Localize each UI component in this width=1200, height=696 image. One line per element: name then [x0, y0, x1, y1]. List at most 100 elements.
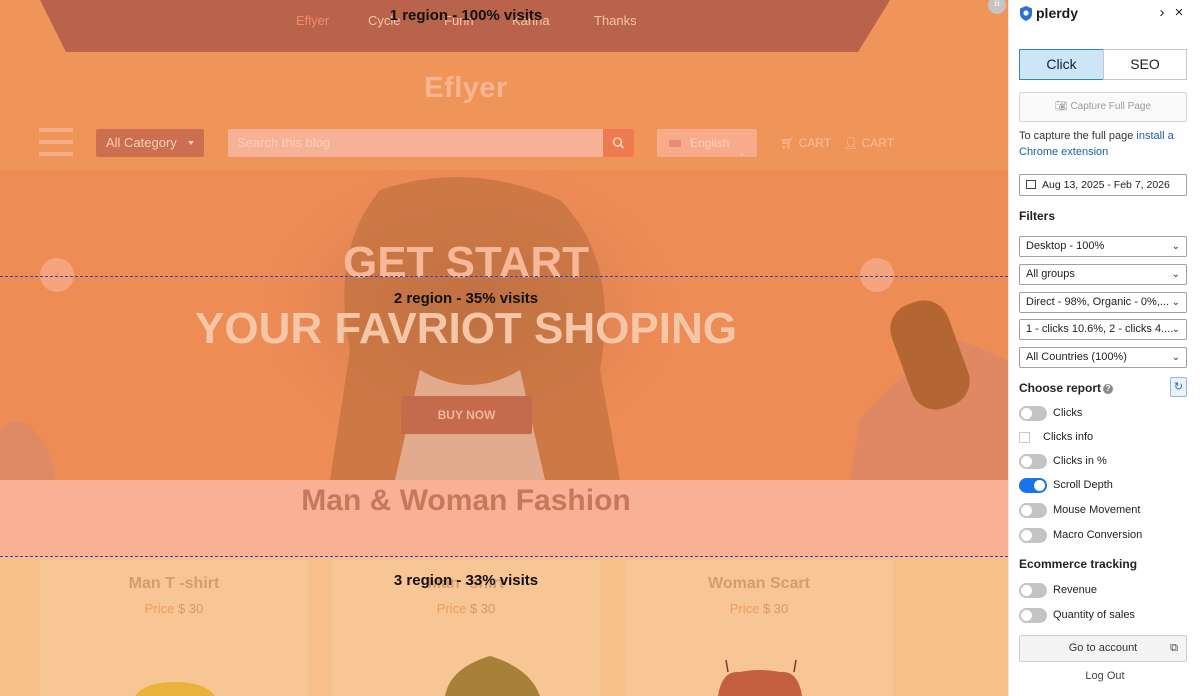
clicks-filter-value: 1 - clicks 10.6%, 2 - clicks 4.... — [1026, 323, 1174, 335]
report-label: Scroll Depth — [1053, 479, 1113, 491]
scroll-depth-line — [0, 276, 1008, 277]
cart-label: CART — [798, 136, 832, 150]
tab-seo[interactable]: SEO — [1103, 49, 1187, 80]
go-to-account-button[interactable]: Go to account ⧉ — [1019, 635, 1187, 662]
scroll-depth-line — [0, 556, 1008, 557]
report-toggle-clicks[interactable]: Clicks — [1019, 406, 1189, 422]
report-toggle-scroll-depth[interactable]: Scroll Depth — [1019, 478, 1189, 494]
report-label: Clicks in % — [1053, 455, 1107, 467]
capture-note-text: To capture the full page — [1019, 130, 1137, 142]
date-range-picker[interactable]: Aug 13, 2025 - Feb 7, 2026 — [1019, 174, 1187, 196]
scroll-region-label: 2 region - 35% visits — [393, 290, 539, 307]
logout-link[interactable]: Log Out — [1009, 670, 1200, 682]
toggle-switch[interactable] — [1019, 583, 1047, 598]
section-title: Man & Woman Fashion — [301, 484, 631, 517]
tab-click[interactable]: Click — [1019, 49, 1104, 80]
capture-label: Capture Full Page — [1070, 101, 1152, 112]
search-icon — [612, 137, 625, 149]
toggle-switch[interactable] — [1019, 454, 1047, 469]
refresh-icon[interactable]: ↻ — [1170, 377, 1187, 397]
toggle-switch[interactable] — [1019, 478, 1047, 493]
cart-link[interactable]: 🛒︎ CART — [780, 129, 831, 157]
panel-brand: plerdy — [1036, 5, 1079, 21]
price-label: Price — [729, 601, 760, 616]
checkbox[interactable] — [1019, 432, 1030, 443]
ecommerce-label: Revenue — [1053, 584, 1098, 596]
product-price: Price $ 30 — [332, 601, 600, 616]
choose-report-heading: Choose report? — [1019, 381, 1114, 395]
go-to-account-label: Go to account — [1068, 642, 1138, 654]
language-label: English — [690, 136, 730, 150]
category-dropdown[interactable]: All Category — [96, 129, 204, 157]
menu-icon[interactable] — [39, 128, 73, 158]
search-button[interactable] — [603, 129, 634, 157]
toggle-switch[interactable] — [1019, 503, 1047, 518]
site-logo[interactable]: Eflyer — [0, 72, 932, 105]
buy-now-button[interactable]: BUY NOW — [401, 396, 532, 434]
product-price: Price $ 30 — [625, 601, 893, 616]
product-price: Price $ 30 — [40, 601, 308, 616]
chevron-down-icon: ⌄ — [1171, 269, 1180, 280]
slider-next-icon[interactable]: › — [860, 258, 894, 292]
price-label: Price — [436, 601, 467, 616]
price-value: $ 30 — [469, 601, 496, 616]
toggle-switch[interactable] — [1019, 406, 1047, 421]
external-link-icon: ⧉ — [1170, 642, 1178, 654]
language-selector[interactable]: English ⌄ — [657, 129, 757, 158]
capture-full-page-button[interactable]: 📷︎ Capture Full Page — [1019, 92, 1187, 122]
traffic-filter-value: Direct - 98%, Organic - 0%,... — [1026, 296, 1170, 308]
group-filter-select[interactable]: All groups ⌄ — [1019, 264, 1187, 285]
capture-note: To capture the full page install a Chrom… — [1019, 128, 1189, 160]
group-filter-value: All groups — [1026, 268, 1075, 280]
cart-label-2: CART — [861, 136, 895, 150]
close-icon[interactable]: × — [1171, 4, 1187, 22]
camera-icon: 📷︎ — [1054, 101, 1068, 112]
chevron-down-icon: ⌄ — [1171, 352, 1180, 363]
clicks-filter-select[interactable]: 1 - clicks 10.6%, 2 - clicks 4.... ⌄ — [1019, 319, 1187, 340]
report-label: Macro Conversion — [1053, 529, 1143, 541]
chevron-down-icon: ⌄ — [738, 148, 746, 158]
account-cart-link[interactable]: 👤︎ CART — [843, 129, 894, 157]
report-checkbox-clicks-info[interactable]: Clicks info — [1019, 430, 1189, 446]
device-filter-select[interactable]: Desktop - 100% ⌄ — [1019, 236, 1187, 257]
ecommerce-label: Quantity of sales — [1053, 609, 1135, 621]
plerdy-logo-icon — [1020, 6, 1032, 21]
report-toggle-macro-conversion[interactable]: Macro Conversion — [1019, 528, 1189, 544]
user-icon: 👤︎ — [843, 136, 859, 150]
flag-icon — [669, 140, 681, 147]
calendar-icon — [1026, 180, 1036, 189]
slider-prev-icon[interactable]: ‹ — [40, 258, 74, 292]
caret-down-icon — [188, 141, 194, 145]
ecommerce-heading: Ecommerce tracking — [1019, 557, 1138, 571]
device-filter-value: Desktop - 100% — [1026, 240, 1105, 252]
ecommerce-toggle-quantity[interactable]: Quantity of sales — [1019, 608, 1189, 624]
help-icon[interactable]: ? — [1103, 384, 1114, 394]
country-filter-select[interactable]: All Countries (100%) ⌄ — [1019, 347, 1187, 368]
country-filter-value: All Countries (100%) — [1026, 351, 1127, 363]
hero-title-primary: GET START — [342, 238, 590, 287]
toggle-switch[interactable] — [1019, 608, 1047, 623]
scroll-region-label: 1 region - 100% visits — [389, 7, 543, 24]
ecommerce-toggle-revenue[interactable]: Revenue — [1019, 583, 1189, 599]
report-label: Mouse Movement — [1053, 504, 1141, 516]
chevron-down-icon: ⌄ — [1171, 297, 1180, 308]
date-range-value: Aug 13, 2025 - Feb 7, 2026 — [1042, 179, 1170, 191]
search-input[interactable]: Search this blog — [228, 129, 603, 157]
category-label: All Category — [106, 135, 177, 150]
cart-icon: 🛒︎ — [780, 136, 796, 150]
chevron-down-icon: ⌄ — [1171, 324, 1180, 335]
collapse-panel-icon[interactable]: › — [1154, 4, 1170, 22]
heatmap-page: Eflyer Cycle Funn Kanna Thanks Eflyer Al… — [0, 0, 1008, 696]
price-value: $ 30 — [762, 601, 789, 616]
panel-header: plerdy › × — [1009, 0, 1200, 30]
report-label: Clicks — [1053, 407, 1083, 419]
report-toggle-mouse-movement[interactable]: Mouse Movement — [1019, 503, 1189, 519]
toggle-switch[interactable] — [1019, 528, 1047, 543]
price-value: $ 30 — [177, 601, 204, 616]
choose-report-label: Choose report — [1019, 381, 1102, 395]
chevron-down-icon: ⌄ — [1171, 241, 1180, 252]
report-tabs: Click SEO — [1019, 49, 1187, 80]
plerdy-panel: plerdy › × Click SEO 📷︎ Capture Full Pag… — [1008, 0, 1200, 696]
report-toggle-clicks-percent[interactable]: Clicks in % — [1019, 454, 1189, 470]
traffic-filter-select[interactable]: Direct - 98%, Organic - 0%,... ⌄ — [1019, 292, 1187, 313]
